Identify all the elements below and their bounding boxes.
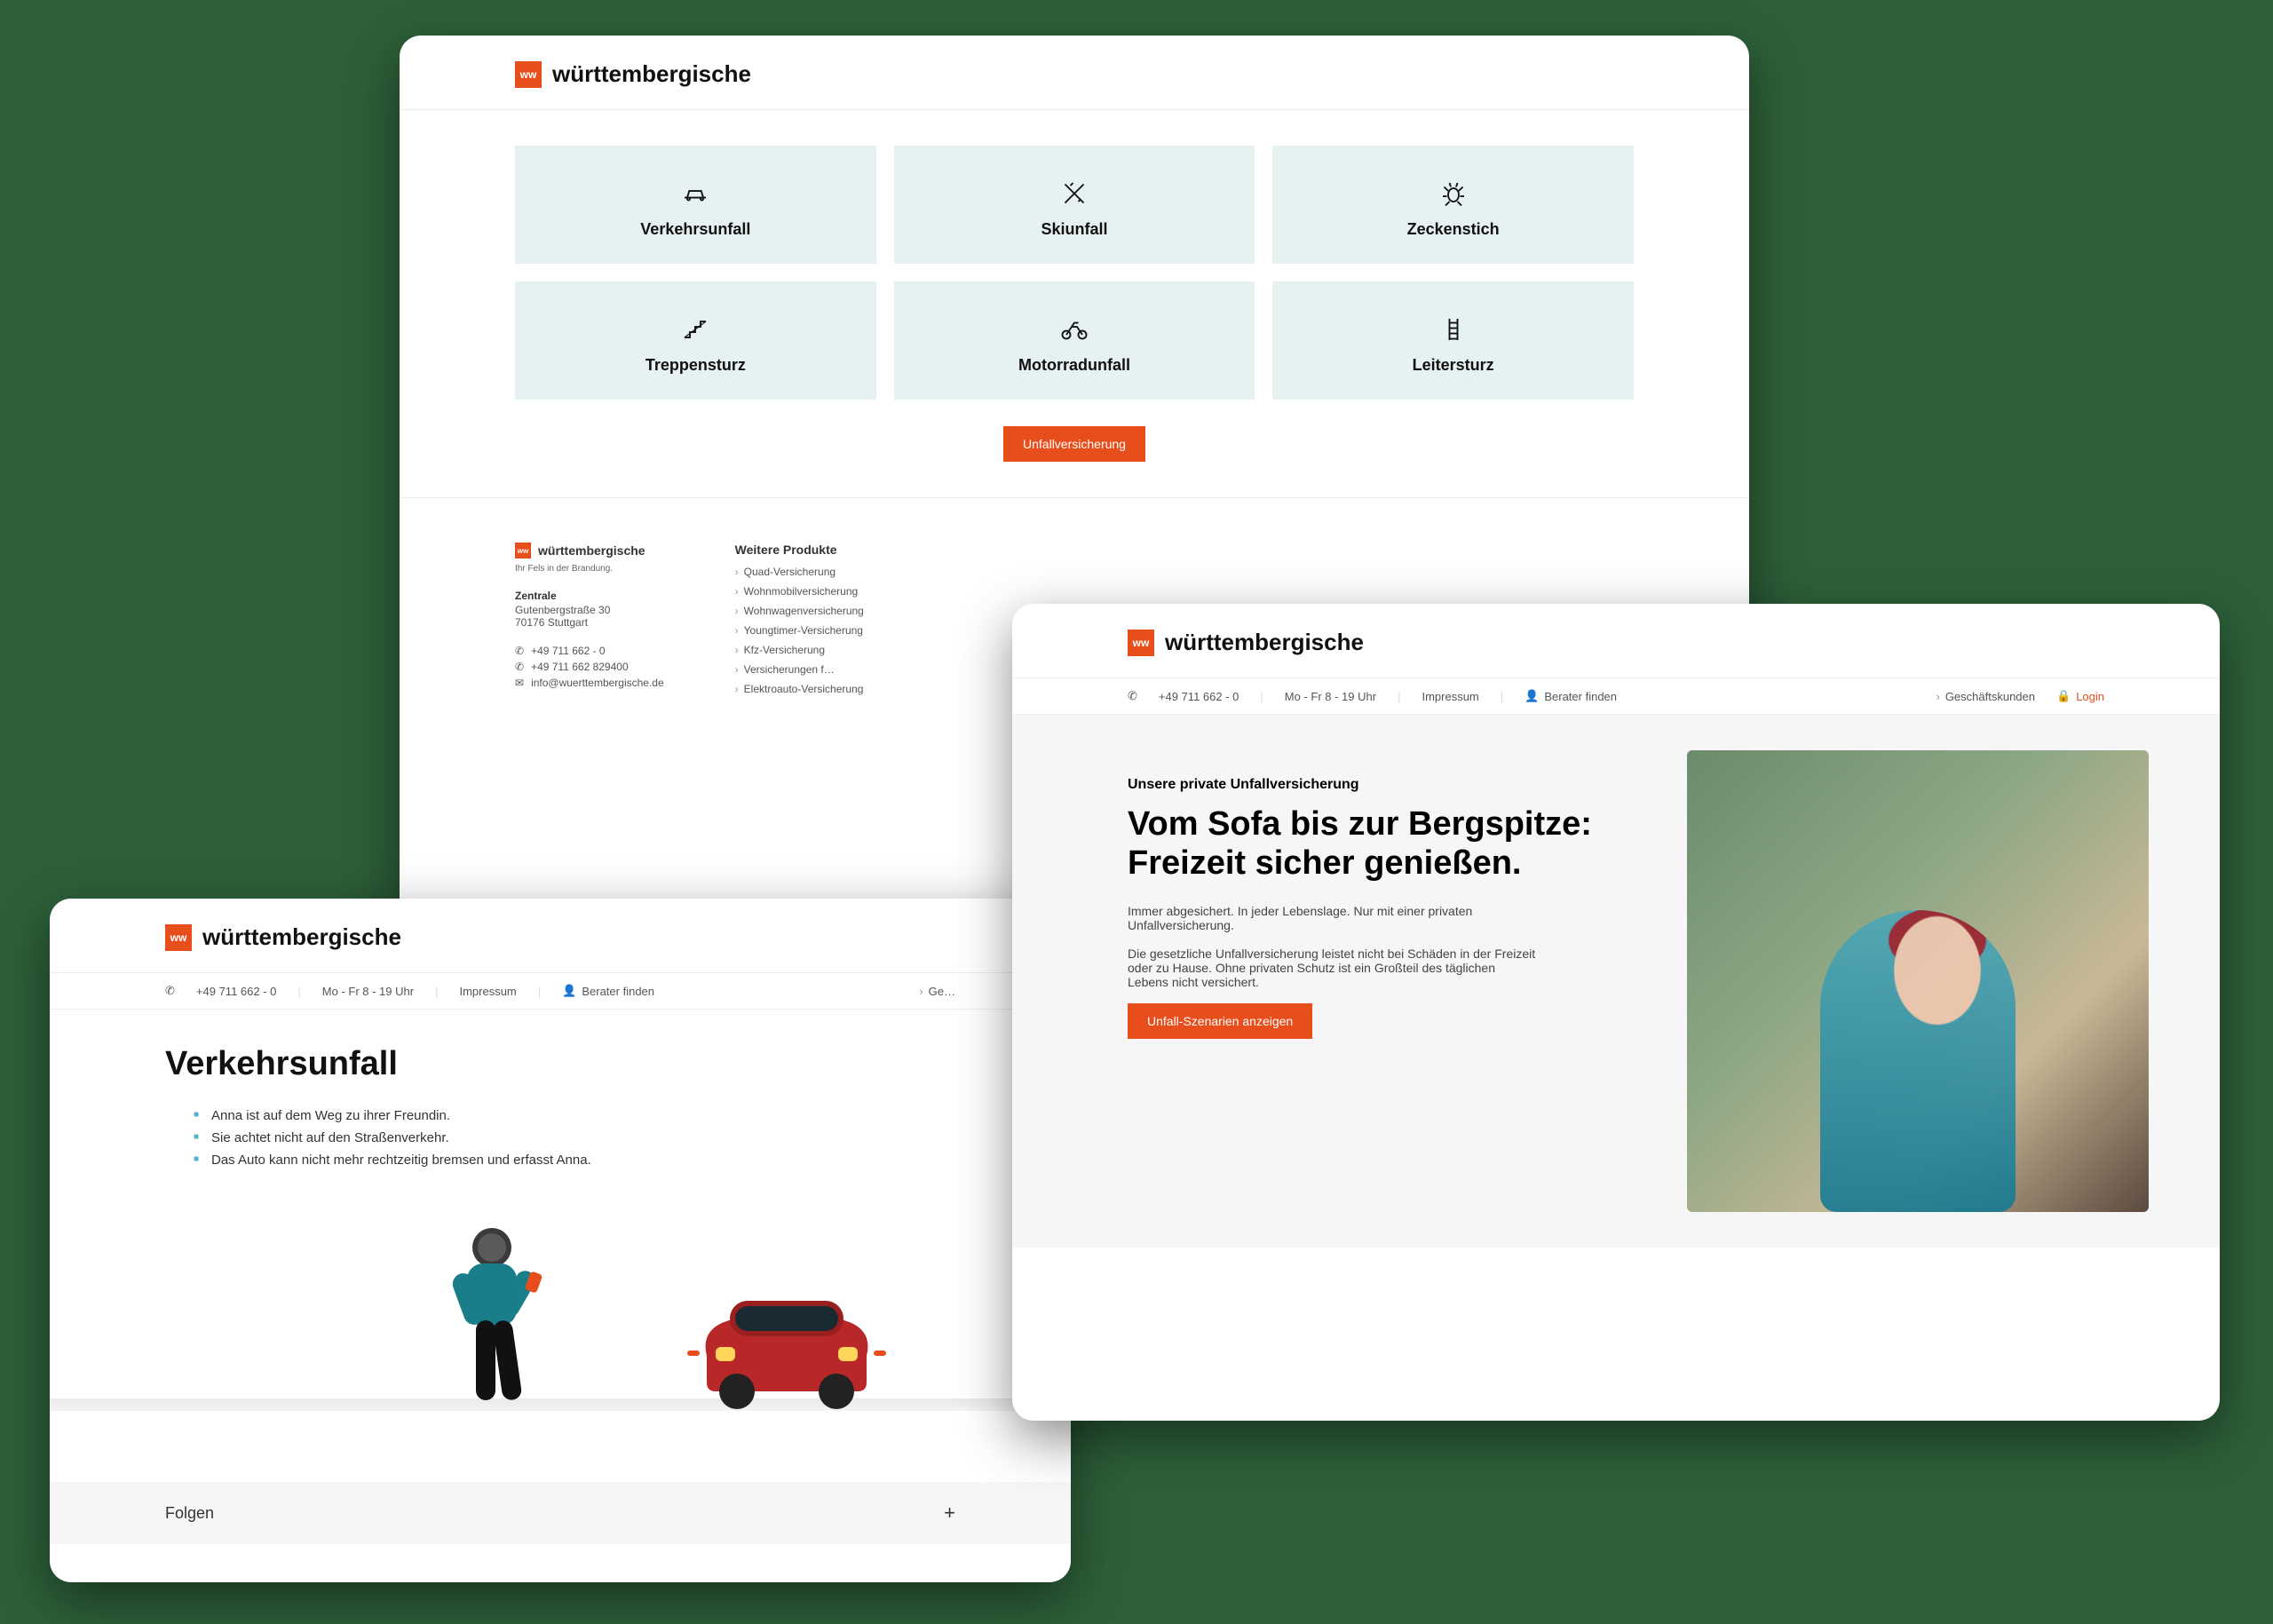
phone-icon: ✆	[515, 645, 524, 657]
brand-name: württembergische	[202, 923, 401, 951]
tile-label: Verkehrsunfall	[524, 220, 867, 239]
person-illustration	[423, 1224, 565, 1420]
scenario-bullets: Anna ist auf dem Weg zu ihrer Freundin. …	[194, 1105, 955, 1171]
tile-label: Leitersturz	[1281, 356, 1625, 375]
phone-link[interactable]: +49 711 662 - 0	[196, 985, 276, 998]
person-icon: 👤	[562, 984, 576, 998]
hero-main: Unsere private Unfallversicherung Vom So…	[1012, 715, 2220, 1248]
footer-products-col: Weitere Produkte Quad-Versicherung Wohnm…	[735, 543, 864, 702]
plus-icon: +	[944, 1501, 955, 1525]
login-link[interactable]: 🔒 Login	[2056, 689, 2104, 703]
lock-icon: 🔒	[2056, 689, 2071, 703]
window-scenario: ww württembergische ✆ +49 711 662 - 0 | …	[50, 899, 1071, 1582]
person-icon: 👤	[1525, 689, 1539, 703]
topbar: ✆ +49 711 662 - 0 | Mo - Fr 8 - 19 Uhr |…	[1012, 678, 2220, 715]
car-icon	[524, 176, 867, 211]
product-link[interactable]: Elektroauto-Versicherung	[735, 683, 864, 695]
brand-logo-icon: ww	[515, 543, 531, 558]
tiles-grid: Verkehrsunfall Skiunfall Zeckenstich Tre…	[515, 146, 1634, 400]
tile-label: Motorradunfall	[903, 356, 1247, 375]
email[interactable]: info@wuerttembergische.de	[531, 677, 664, 689]
topbar: ✆ +49 711 662 - 0 | Mo - Fr 8 - 19 Uhr |…	[50, 973, 1071, 1010]
phone-primary[interactable]: +49 711 662 - 0	[531, 645, 606, 657]
szenarien-button[interactable]: Unfall-Szenarien anzeigen	[1128, 1003, 1312, 1039]
phone-secondary[interactable]: +49 711 662 829400	[531, 661, 629, 673]
brand-logo-icon: ww	[1128, 630, 1154, 656]
header-logo-row: ww württembergische	[400, 36, 1749, 110]
phone-icon: ✆	[515, 661, 524, 673]
hours-text: Mo - Fr 8 - 19 Uhr	[322, 985, 414, 998]
tile-verkehrsunfall[interactable]: Verkehrsunfall	[515, 146, 876, 264]
hero-headline: Vom Sofa bis zur Bergspitze: Freizeit si…	[1128, 805, 1651, 883]
footer-address-col: ww württembergische Ihr Fels in der Bran…	[515, 543, 664, 702]
unfallversicherung-button[interactable]: Unfallversicherung	[1003, 426, 1145, 462]
products-heading: Weitere Produkte	[735, 543, 864, 557]
product-link[interactable]: Versicherungen f…	[735, 663, 864, 676]
address-street: Gutenbergstraße 30	[515, 604, 664, 616]
window-hero: ww württembergische ✆ +49 711 662 - 0 | …	[1012, 604, 2220, 1421]
hero-photo	[1687, 750, 2149, 1212]
hours-text: Mo - Fr 8 - 19 Uhr	[1285, 690, 1376, 703]
tiles-area: Verkehrsunfall Skiunfall Zeckenstich Tre…	[400, 110, 1749, 497]
scenario-illustration	[50, 1198, 1071, 1482]
stairs-icon	[524, 312, 867, 347]
tile-leitersturz[interactable]: Leitersturz	[1272, 281, 1634, 400]
address-city: 70176 Stuttgart	[515, 616, 664, 629]
tile-label: Treppensturz	[524, 356, 867, 375]
hero-image-wrap	[1687, 750, 2149, 1212]
tile-label: Skiunfall	[903, 220, 1247, 239]
tick-icon	[1281, 176, 1625, 211]
header-logo-row: ww württembergische	[50, 899, 1071, 973]
hero-kicker: Unsere private Unfallversicherung	[1128, 777, 1651, 793]
hero-paragraph: Die gesetzliche Unfallversicherung leist…	[1128, 947, 1536, 989]
product-link-list: Quad-Versicherung Wohnmobilversicherung …	[735, 566, 864, 695]
brand-tagline: Ihr Fels in der Brandung.	[515, 564, 664, 574]
tile-label: Zeckenstich	[1281, 220, 1625, 239]
product-link[interactable]: Wohnwagenversicherung	[735, 605, 864, 617]
geschaeftskunden-link[interactable]: Geschäftskunden	[1936, 690, 2035, 703]
berater-link[interactable]: 👤Berater finden	[562, 984, 654, 998]
phone-icon: ✆	[165, 984, 175, 998]
car-illustration	[680, 1285, 893, 1418]
berater-link[interactable]: 👤Berater finden	[1525, 689, 1617, 703]
bullet-item: Anna ist auf dem Weg zu ihrer Freundin.	[194, 1105, 955, 1127]
scenario-content: Verkehrsunfall Anna ist auf dem Weg zu i…	[50, 1010, 1071, 1580]
phone-link[interactable]: +49 711 662 - 0	[1159, 690, 1239, 703]
product-link[interactable]: Kfz-Versicherung	[735, 644, 864, 656]
bullet-item: Das Auto kann nicht mehr rechtzeitig bre…	[194, 1149, 955, 1171]
ski-icon	[903, 176, 1247, 211]
address-label: Zentrale	[515, 590, 664, 602]
product-link[interactable]: Youngtimer-Versicherung	[735, 624, 864, 637]
brand-logo-icon: ww	[165, 924, 192, 951]
tile-treppensturz[interactable]: Treppensturz	[515, 281, 876, 400]
impressum-link[interactable]: Impressum	[459, 985, 516, 998]
tile-motorradunfall[interactable]: Motorradunfall	[894, 281, 1255, 400]
tile-zeckenstich[interactable]: Zeckenstich	[1272, 146, 1634, 264]
tile-skiunfall[interactable]: Skiunfall	[894, 146, 1255, 264]
expand-folgen[interactable]: Folgen +	[50, 1482, 1071, 1544]
brand-name: württembergische	[538, 543, 645, 558]
impressum-link[interactable]: Impressum	[1422, 690, 1478, 703]
brand-name: württembergische	[1165, 629, 1364, 656]
product-link[interactable]: Wohnmobilversicherung	[735, 585, 864, 598]
product-link[interactable]: Quad-Versicherung	[735, 566, 864, 578]
hero-paragraph: Immer abgesichert. In jeder Lebenslage. …	[1128, 904, 1536, 932]
scenario-title: Verkehrsunfall	[165, 1045, 955, 1083]
brand-name: württembergische	[552, 60, 751, 88]
header-logo-row: ww württembergische	[1012, 604, 2220, 678]
hero-text: Unsere private Unfallversicherung Vom So…	[1083, 750, 1651, 1212]
motorcycle-icon	[903, 312, 1247, 347]
phone-icon: ✆	[1128, 689, 1137, 703]
brand-logo-icon: ww	[515, 61, 542, 88]
mail-icon: ✉	[515, 677, 524, 689]
bullet-item: Sie achtet nicht auf den Straßenverkehr.	[194, 1127, 955, 1149]
geschaeftskunden-link[interactable]: Ge…	[919, 985, 955, 998]
ladder-icon	[1281, 312, 1625, 347]
expand-label: Folgen	[165, 1504, 214, 1523]
